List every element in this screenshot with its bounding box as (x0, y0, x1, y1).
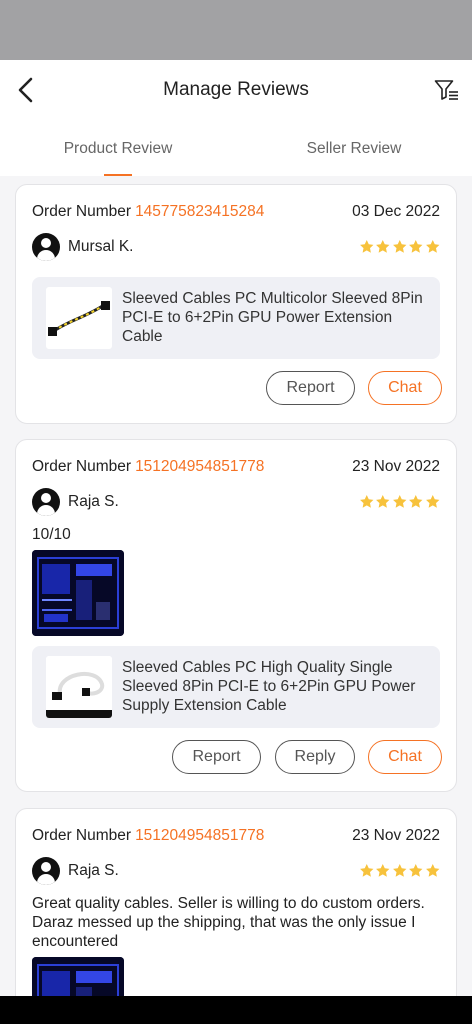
product-title: Sleeved Cables PC Multicolor Sleeved 8Pi… (122, 290, 423, 345)
reply-button[interactable]: Reply (275, 740, 355, 774)
star-icon (409, 863, 423, 877)
status-bar (0, 0, 472, 60)
product-item[interactable]: Sleeved Cables PC High Quality Single Sl… (32, 646, 440, 728)
order-row: Order Number 145775823415284 03 Dec 2022 (32, 203, 440, 225)
review-photo[interactable] (32, 550, 124, 636)
review-date: 23 Nov 2022 (352, 827, 440, 844)
product-thumbnail (46, 287, 112, 349)
report-button[interactable]: Report (172, 740, 261, 774)
review-text: 10/10 (32, 526, 71, 543)
order-number-label: Order Number (32, 203, 132, 220)
star-icon (425, 863, 439, 877)
star-icon (409, 494, 423, 508)
reviewer-name: Raja S. (68, 862, 119, 879)
app-bar: Manage Reviews (0, 60, 472, 120)
star-icon (359, 239, 373, 253)
user-row: Mursal K. (32, 233, 440, 263)
order-number[interactable]: 151204954851778 (135, 458, 264, 475)
reviewer-name: Raja S. (68, 493, 119, 510)
review-tabs: Product Review Seller Review (0, 120, 472, 176)
reviewer-name: Mursal K. (68, 238, 134, 255)
star-rating (359, 494, 441, 512)
filter-icon (434, 80, 458, 100)
star-icon (376, 239, 390, 253)
user-row: Raja S. (32, 488, 440, 518)
report-button[interactable]: Report (266, 371, 355, 405)
system-navigation-bar (0, 996, 472, 1024)
chat-button[interactable]: Chat (368, 371, 442, 405)
star-icon (425, 239, 439, 253)
review-card: Order Number 151204954851778 23 Nov 2022 … (15, 439, 457, 792)
star-icon (376, 494, 390, 508)
star-rating (359, 239, 441, 257)
filter-button[interactable] (430, 75, 464, 105)
review-photo[interactable] (32, 957, 124, 996)
review-list[interactable]: Order Number 145775823415284 03 Dec 2022 … (0, 176, 472, 996)
order-number-label: Order Number (32, 827, 132, 844)
page-title: Manage Reviews (163, 79, 309, 100)
review-card: Order Number 145775823415284 03 Dec 2022 … (15, 184, 457, 424)
star-icon (425, 494, 439, 508)
chat-button[interactable]: Chat (368, 740, 442, 774)
order-row: Order Number 151204954851778 23 Nov 2022 (32, 458, 440, 480)
star-icon (409, 239, 423, 253)
product-title: Sleeved Cables PC High Quality Single Sl… (122, 659, 416, 714)
product-item[interactable]: Sleeved Cables PC Multicolor Sleeved 8Pi… (32, 277, 440, 359)
review-date: 23 Nov 2022 (352, 458, 440, 475)
star-rating (359, 863, 441, 881)
star-icon (359, 494, 373, 508)
star-icon (392, 494, 406, 508)
avatar (32, 857, 60, 885)
avatar (32, 233, 60, 261)
tab-product-review[interactable]: Product Review (0, 120, 236, 176)
review-text: Great quality cables. Seller is willing … (32, 895, 425, 950)
star-icon (376, 863, 390, 877)
order-number-label: Order Number (32, 458, 132, 475)
star-icon (359, 863, 373, 877)
review-date: 03 Dec 2022 (352, 203, 440, 220)
review-card: Order Number 151204954851778 23 Nov 2022 … (15, 808, 457, 996)
avatar (32, 488, 60, 516)
order-row: Order Number 151204954851778 23 Nov 2022 (32, 827, 440, 849)
star-icon (392, 863, 406, 877)
tab-seller-review[interactable]: Seller Review (236, 120, 472, 176)
user-row: Raja S. (32, 857, 440, 887)
order-number[interactable]: 145775823415284 (135, 203, 264, 220)
order-number[interactable]: 151204954851778 (135, 827, 264, 844)
star-icon (392, 239, 406, 253)
product-thumbnail (46, 656, 112, 718)
